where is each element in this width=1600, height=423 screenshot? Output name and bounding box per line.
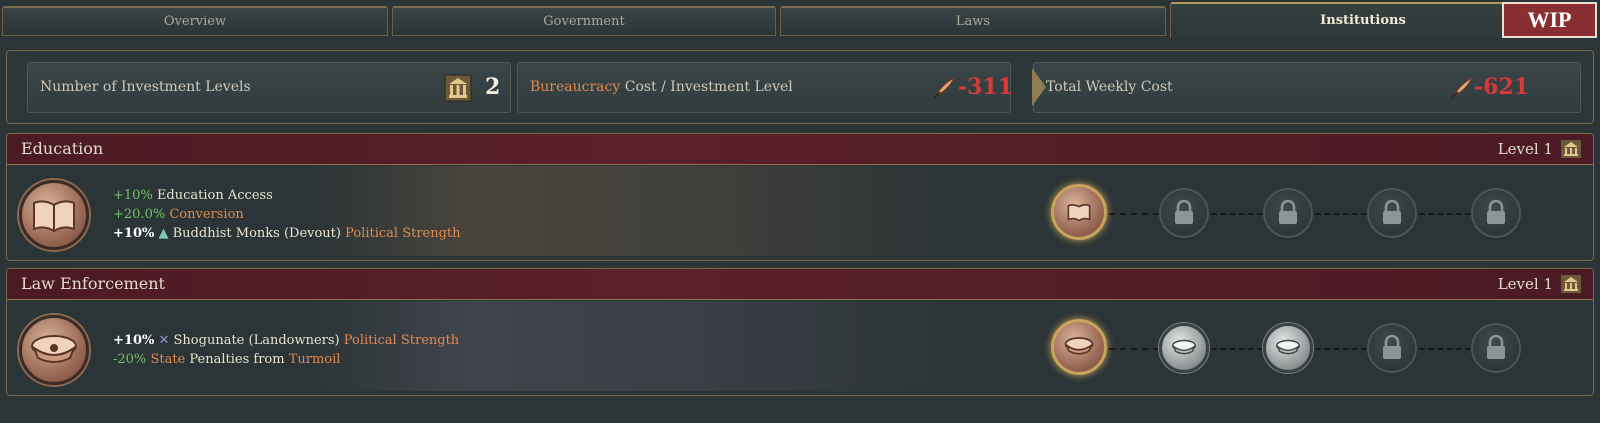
effect-label: Political Strength [345, 226, 461, 241]
wip-badge: WIP [1502, 2, 1597, 38]
effect-value: +10% [113, 333, 155, 348]
effect-label: Conversion [169, 207, 244, 222]
slot-connector [1109, 213, 1159, 215]
investment-slot-locked[interactable] [1159, 188, 1209, 238]
investment-slot-available[interactable] [1263, 323, 1313, 373]
tab-bar: Overview Government Laws Institutions WI… [0, 0, 1600, 40]
institution-header: Law Enforcement Level 1 [7, 269, 1593, 300]
investment-levels-value: 2 [485, 74, 501, 100]
effect-line: -20% State Penalties from Turmoil [113, 350, 459, 369]
bureaucracy-highlight: Bureaucracy [530, 79, 621, 95]
investment-slot-1[interactable] [1051, 319, 1107, 375]
institution-header: Education Level 1 [7, 134, 1593, 165]
slot-connector [1419, 213, 1471, 215]
effect-value: +10% [113, 188, 153, 203]
cost-per-level-label: Bureaucracy Cost / Investment Level [530, 79, 793, 95]
investment-summary-bar: Number of Investment Levels 2 Bureaucrac… [6, 50, 1594, 124]
landowners-icon: ✕ [158, 333, 170, 348]
slot-connector [1315, 348, 1367, 350]
investment-levels-label: Number of Investment Levels [40, 79, 251, 95]
total-weekly-cost-stat: Total Weekly Cost -621 [1033, 62, 1581, 113]
slot-connector [1211, 213, 1263, 215]
cost-per-level-stat: Bureaucracy Cost / Investment Level -311 [517, 62, 1014, 113]
effect-label: Education Access [156, 188, 273, 203]
police-cap-icon [1276, 339, 1300, 355]
effect-value: -20% [113, 352, 147, 367]
education-effects: +10% Education Access +20.0% Conversion … [113, 186, 461, 243]
effect-value: +20.0% [113, 207, 166, 222]
slot-connector [1211, 348, 1263, 350]
investment-slot-locked[interactable] [1471, 188, 1521, 238]
investment-slot-available[interactable] [1159, 323, 1209, 373]
interest-group-name[interactable]: Shogunate (Landowners) [174, 333, 340, 348]
effect-label: Political Strength [343, 333, 460, 348]
lock-icon [1487, 200, 1505, 224]
lock-icon [1175, 200, 1193, 224]
lock-icon [1279, 200, 1297, 224]
tab-institutions[interactable]: Institutions [1170, 2, 1556, 38]
law-enforcement-effects: +10% ✕ Shogunate (Landowners) Political … [113, 331, 459, 369]
interest-group-name[interactable]: Buddhist Monks (Devout) [173, 226, 341, 241]
institution-icon [444, 74, 472, 102]
police-cap-icon [19, 315, 89, 385]
slot-connector [1109, 348, 1159, 350]
effect-value: +10% [113, 226, 155, 241]
institution-icon [1561, 275, 1581, 293]
institution-icon [1561, 140, 1581, 158]
investment-slot-locked[interactable] [1367, 323, 1417, 373]
investment-slot-1[interactable] [1051, 184, 1107, 240]
state-link[interactable]: State [150, 352, 185, 367]
institution-level: Level 1 [1497, 140, 1553, 158]
monk-icon: ▲ [158, 226, 169, 241]
bureaucracy-quill-icon [930, 74, 958, 102]
slot-connector [1315, 213, 1367, 215]
investment-slot-locked[interactable] [1367, 188, 1417, 238]
arrow-right-icon [1032, 68, 1046, 106]
institution-level: Level 1 [1497, 275, 1553, 293]
tab-laws[interactable]: Laws [780, 6, 1166, 36]
lock-icon [1383, 335, 1401, 359]
book-icon [19, 180, 89, 250]
effect-line: +10% Education Access [113, 186, 461, 205]
lock-icon [1383, 200, 1401, 224]
effect-line: +20.0% Conversion [113, 205, 461, 224]
lock-icon [1487, 335, 1505, 359]
slot-connector [1419, 348, 1471, 350]
institution-panel-law-enforcement: Law Enforcement Level 1 +10% ✕ Shogunate… [6, 268, 1594, 396]
effect-label: Penalties from [185, 352, 289, 367]
institution-title: Law Enforcement [21, 274, 165, 293]
tab-government[interactable]: Government [392, 6, 776, 36]
investment-slot-locked[interactable] [1471, 323, 1521, 373]
cost-per-level-value: -311 [958, 74, 1014, 100]
institution-panel-education: Education Level 1 +10% Education Access … [6, 133, 1594, 261]
total-weekly-cost-label: Total Weekly Cost [1046, 79, 1173, 95]
institution-title: Education [21, 139, 104, 158]
tab-overview[interactable]: Overview [2, 6, 388, 36]
turmoil-link[interactable]: Turmoil [289, 352, 341, 367]
bureaucracy-quill-icon [1448, 74, 1476, 102]
total-weekly-cost-value: -621 [1474, 74, 1530, 100]
police-cap-icon [1172, 339, 1196, 355]
cost-per-level-label-rest: Cost / Investment Level [620, 79, 793, 95]
effect-line: +10% ✕ Shogunate (Landowners) Political … [113, 331, 459, 350]
investment-levels-stat: Number of Investment Levels 2 [27, 62, 511, 113]
effect-line: +10% ▲ Buddhist Monks (Devout) Political… [113, 224, 461, 243]
investment-slot-locked[interactable] [1263, 188, 1313, 238]
